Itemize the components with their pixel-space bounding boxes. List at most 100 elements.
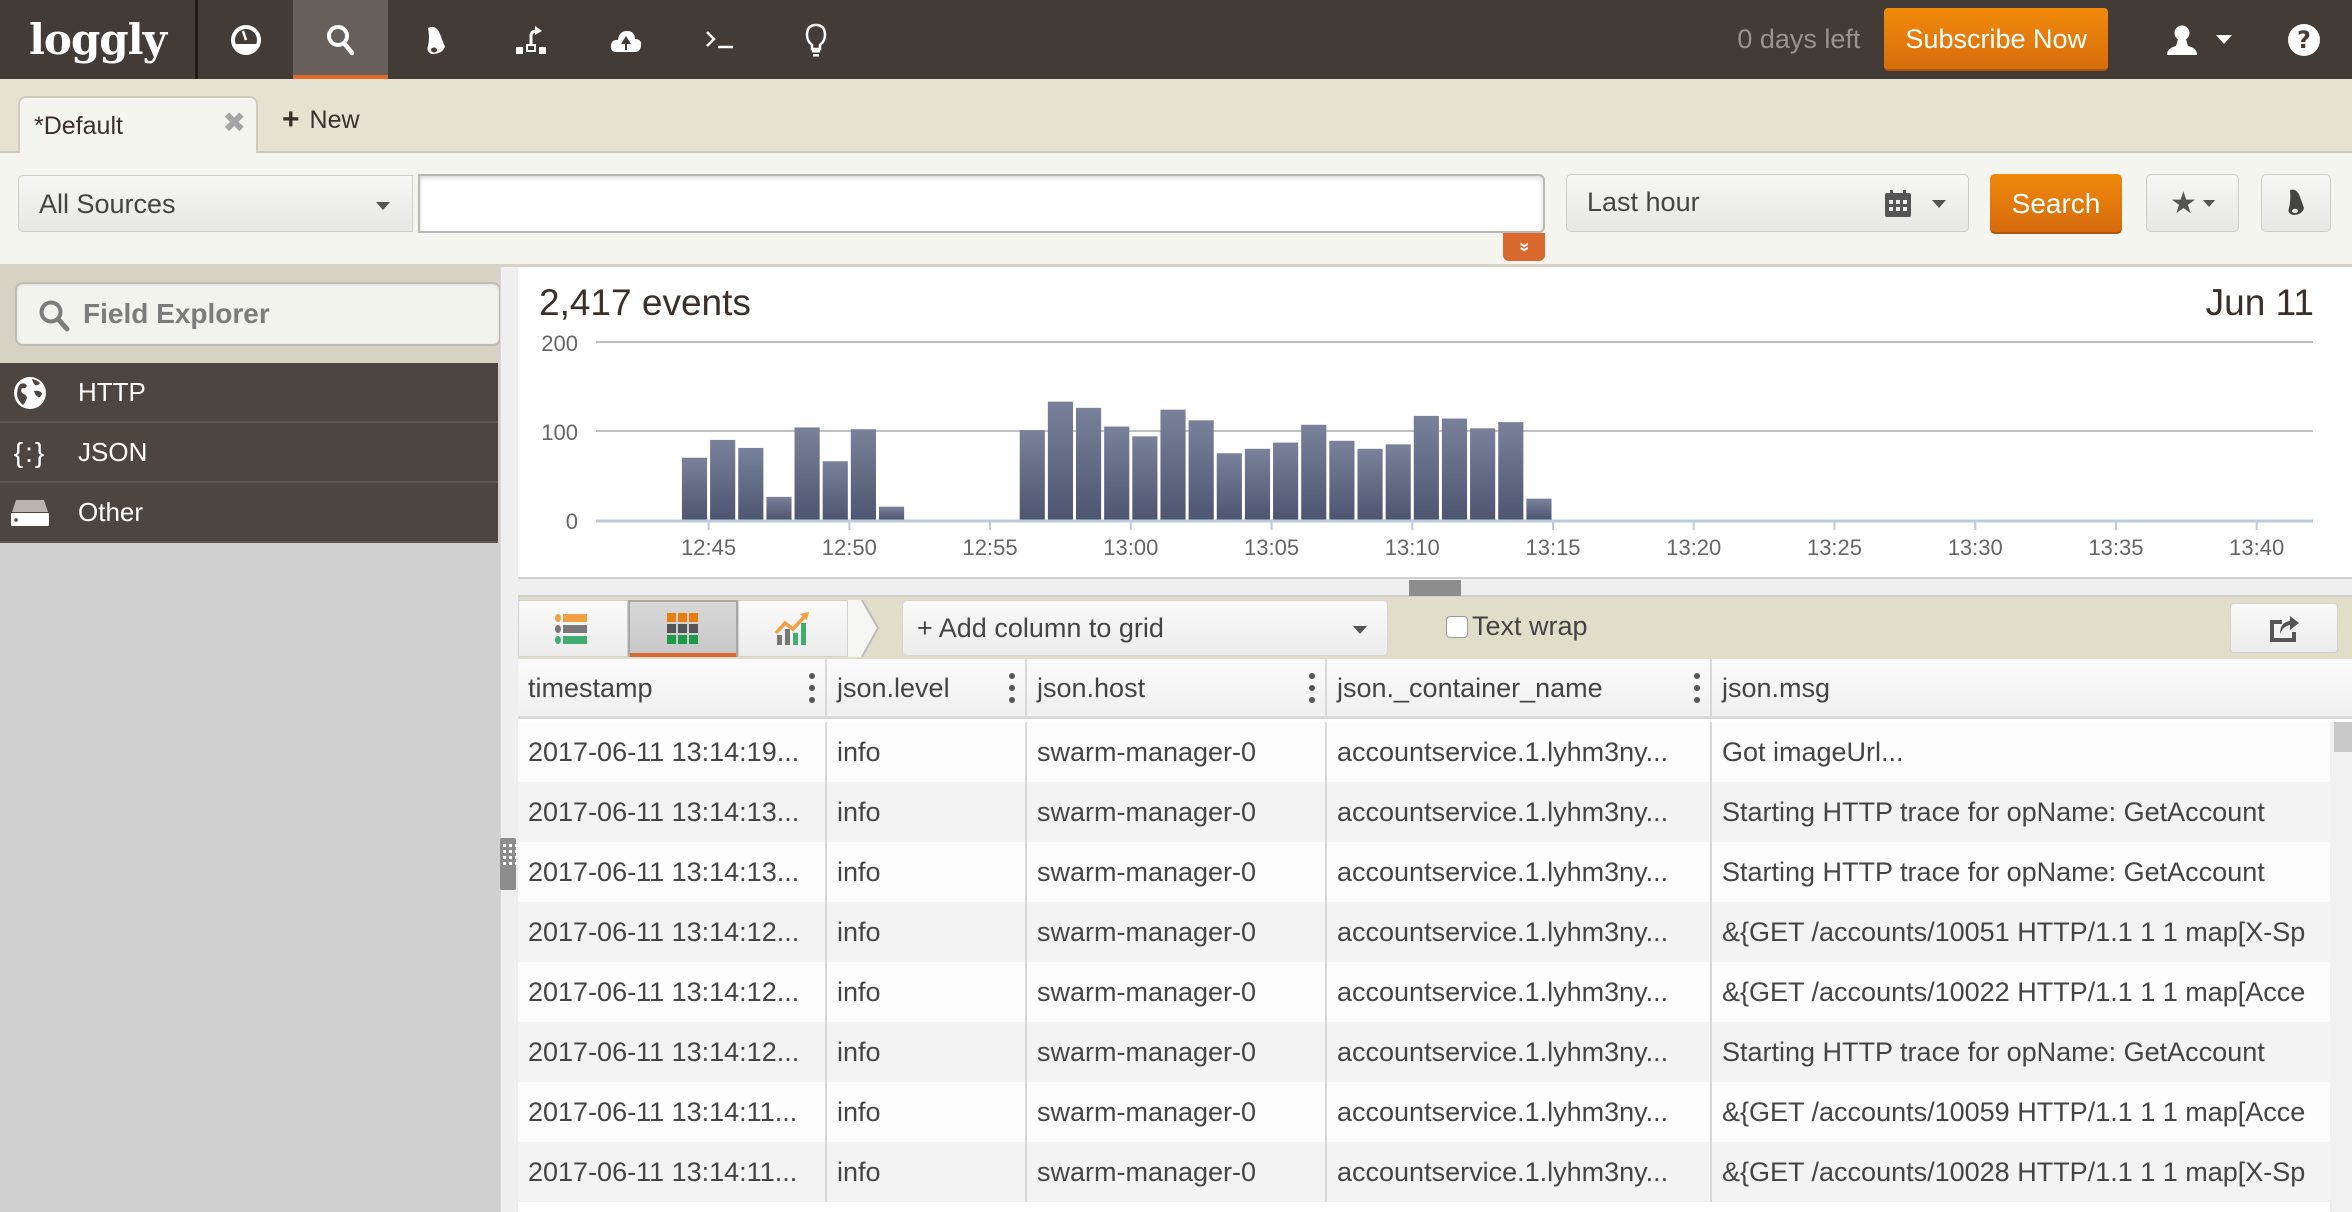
histogram-bar[interactable] <box>738 447 764 520</box>
histogram-bar[interactable] <box>1385 444 1411 520</box>
globe-icon <box>14 377 46 409</box>
histogram-bar[interactable] <box>1160 409 1186 520</box>
nav-cloud[interactable] <box>578 0 673 79</box>
column-menu-icon[interactable] <box>1309 673 1315 703</box>
text-wrap-label: Text wrap <box>1472 611 1588 641</box>
loggly-logo[interactable]: loggly <box>0 0 198 79</box>
add-column-select[interactable]: + Add column to grid <box>902 600 1388 656</box>
histogram-bar[interactable] <box>1047 401 1074 520</box>
histogram-bar[interactable] <box>1273 442 1299 520</box>
list-view-button[interactable] <box>518 600 628 657</box>
cell-json-msg: &{GET /accounts/10059 HTTP/1.1 1 1 map[A… <box>1722 1097 2306 1127</box>
cell-json-level: info <box>827 902 1027 962</box>
table-row[interactable]: 2017-06-11 13:14:13... info swarm-manager-… <box>518 782 2330 842</box>
field-item-label: HTTP <box>78 376 146 407</box>
field-item-json[interactable]: {:} JSON <box>0 423 498 483</box>
nav-insights[interactable] <box>768 0 863 79</box>
tab-default[interactable]: *Default ✖ <box>18 96 258 154</box>
histogram-bar[interactable] <box>1132 436 1158 520</box>
histogram-bar[interactable] <box>1441 418 1468 520</box>
column-menu-icon[interactable] <box>1694 673 1700 703</box>
nav-search[interactable] <box>293 0 388 79</box>
histogram-bar[interactable] <box>878 506 905 520</box>
nav-alerts[interactable] <box>388 0 483 79</box>
histogram-bar[interactable] <box>1526 498 1552 520</box>
sidebar-resize-handle[interactable] <box>500 838 518 890</box>
histogram-bar[interactable] <box>1329 440 1355 520</box>
cell-json-host: swarm-manager-0 <box>1027 962 1327 1022</box>
nav-source-setup[interactable] <box>483 0 578 79</box>
table-row[interactable]: 2017-06-11 13:14:12... info swarm-manager-… <box>518 962 2330 1022</box>
table-row[interactable]: 2017-06-11 13:14:12... info swarm-manager-… <box>518 1022 2330 1082</box>
new-tab-button[interactable]: + New <box>282 103 360 137</box>
export-button[interactable] <box>2230 603 2338 653</box>
histogram-bar[interactable] <box>1498 422 1524 520</box>
column-header-timestamp[interactable]: timestamp <box>518 659 827 719</box>
subscribe-now-button[interactable]: Subscribe Now <box>1884 8 2108 71</box>
histogram-bar[interactable] <box>822 461 848 520</box>
saved-searches-button[interactable]: ★ <box>2146 174 2239 232</box>
search-query-input[interactable] <box>418 174 1545 233</box>
text-wrap-checkbox[interactable] <box>1446 615 1468 638</box>
field-item-http[interactable]: HTTP <box>0 363 498 423</box>
terminal-icon <box>705 30 733 48</box>
field-explorer-sidebar: Field Explorer HTTP {:} JSON Other <box>0 267 501 1212</box>
field-item-other[interactable]: Other <box>0 483 498 543</box>
table-row[interactable]: 2017-06-11 13:14:13... info swarm-manager-… <box>518 842 2330 902</box>
table-row[interactable]: 2017-06-11 13:14:12... info swarm-manager-… <box>518 902 2330 962</box>
sidebar-resizer[interactable] <box>500 267 518 1212</box>
cell-json-level: info <box>827 1142 1027 1202</box>
field-explorer-search[interactable]: Field Explorer <box>15 282 501 346</box>
source-group-select[interactable]: All Sources <box>18 175 413 232</box>
column-header-json-msg[interactable]: json.msg <box>1712 659 2352 719</box>
share-icon <box>2270 616 2299 642</box>
chart-resize-handle[interactable] <box>1409 580 1461 596</box>
histogram-bar[interactable] <box>1104 426 1130 520</box>
grid-view-button[interactable] <box>628 600 738 657</box>
histogram-bar[interactable] <box>1188 420 1214 520</box>
nav-icon-bar <box>198 0 863 79</box>
histogram-bar[interactable] <box>1244 448 1271 520</box>
grid-scrollbar[interactable] <box>2330 722 2352 1212</box>
json-braces-icon: {:} <box>13 437 47 468</box>
cell-timestamp: 2017-06-11 13:14:12... <box>518 902 827 962</box>
create-alert-button[interactable] <box>2261 174 2331 232</box>
table-row[interactable]: 2017-06-11 13:14:11... info swarm-manager-… <box>518 1082 2330 1142</box>
time-range-select[interactable]: Last hour <box>1566 174 1969 232</box>
table-row[interactable]: 2017-06-11 13:14:11... info swarm-manager-… <box>518 1142 2330 1202</box>
nav-live-tail[interactable] <box>673 0 768 79</box>
column-menu-icon[interactable] <box>809 673 815 703</box>
histogram-bar[interactable] <box>1076 407 1102 520</box>
histogram-bar[interactable] <box>794 427 820 520</box>
close-icon[interactable]: ✖ <box>223 106 246 139</box>
histogram-bar[interactable] <box>1357 448 1383 520</box>
column-menu-icon[interactable] <box>1009 673 1015 703</box>
column-header-json-host[interactable]: json.host <box>1027 659 1327 719</box>
nav-dashboards[interactable] <box>198 0 293 79</box>
user-menu[interactable] <box>2164 22 2232 58</box>
field-item-label: JSON <box>78 436 148 467</box>
help-icon[interactable]: ? <box>2286 22 2322 58</box>
text-wrap-toggle[interactable]: Text wrap <box>1446 611 1588 642</box>
cell-timestamp: 2017-06-11 13:14:13... <box>518 782 827 842</box>
histogram-bar[interactable] <box>1216 453 1242 520</box>
table-row[interactable]: 2017-06-11 13:14:19... info swarm-manager-… <box>518 722 2330 782</box>
chart-date: Jun 11 <box>2205 282 2314 323</box>
column-header-json-container-name[interactable]: json._container_name <box>1327 659 1712 719</box>
histogram-bar[interactable] <box>1413 415 1439 520</box>
chart-resizer[interactable] <box>518 577 2352 597</box>
histogram-bar[interactable] <box>850 429 876 520</box>
histogram-bar[interactable] <box>1019 430 1045 520</box>
histogram-bar[interactable] <box>1301 424 1327 520</box>
search-button[interactable]: Search <box>1990 174 2122 234</box>
expand-search-button[interactable]: » <box>1503 233 1545 261</box>
field-explorer-label: Field Explorer <box>83 298 270 329</box>
y-tick-label: 200 <box>541 331 578 356</box>
histogram-bar[interactable] <box>1470 428 1496 520</box>
column-header-json-level[interactable]: json.level <box>827 659 1027 719</box>
histogram-bar[interactable] <box>710 439 736 520</box>
histogram-bar[interactable] <box>766 496 792 520</box>
grid-scrollbar-thumb[interactable] <box>2334 722 2352 752</box>
chart-view-button[interactable] <box>738 600 848 657</box>
histogram-bar[interactable] <box>681 457 708 520</box>
